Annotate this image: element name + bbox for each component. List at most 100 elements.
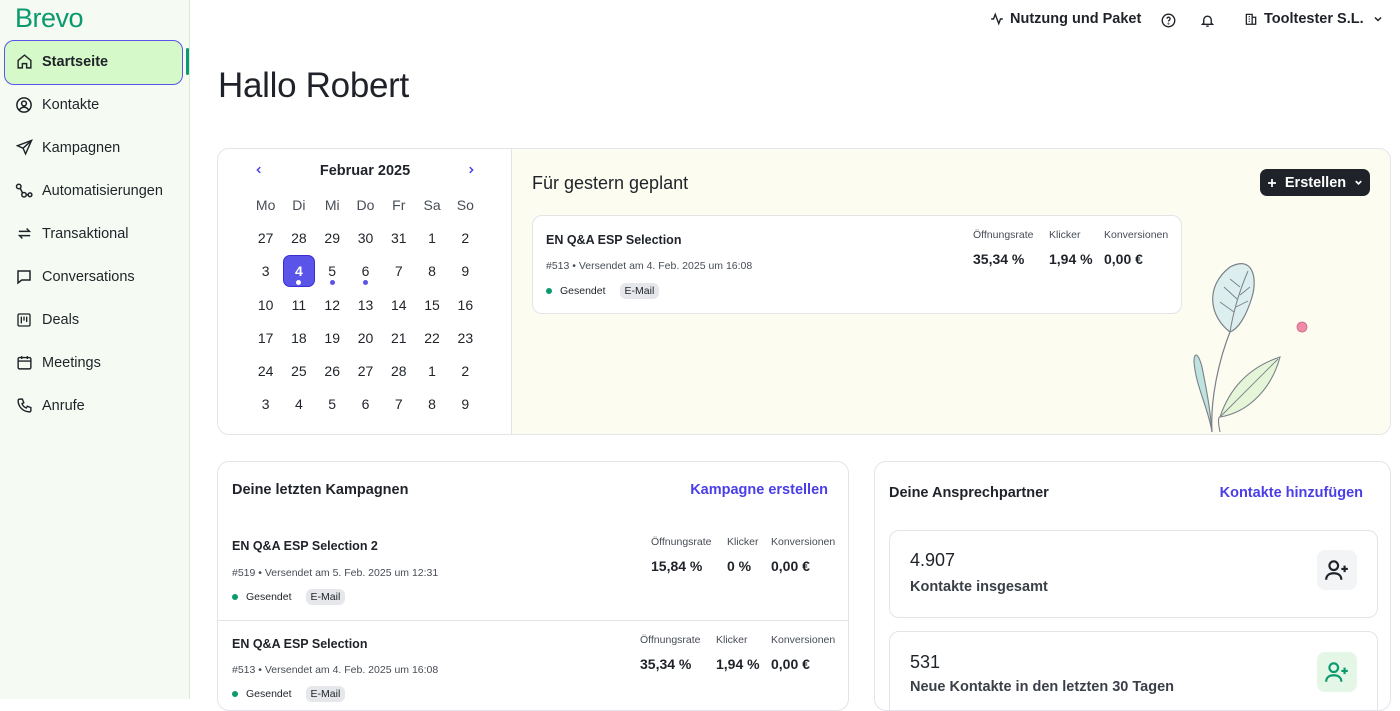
calendar-day[interactable]: 11	[282, 289, 315, 322]
calendar-day[interactable]: 5	[316, 388, 349, 421]
transactional-icon	[14, 224, 34, 244]
metric-label: Klicker	[1049, 229, 1081, 241]
sidebar-item-label: Kampagnen	[42, 139, 121, 156]
calendar-day[interactable]: 28	[382, 355, 415, 388]
calendar-day[interactable]: 29	[316, 222, 349, 255]
usage-button[interactable]: Nutzung und Paket	[990, 11, 1141, 27]
calendar-day[interactable]: 4	[282, 255, 316, 288]
calendar-day[interactable]: 14	[382, 289, 415, 322]
sidebar-item-anrufe[interactable]: Anrufe	[0, 384, 190, 427]
calendar-day-number: 25	[291, 363, 307, 380]
calendar-day[interactable]: 2	[449, 355, 482, 388]
calendar-day[interactable]: 3	[249, 388, 282, 421]
calendar-day-number: 6	[361, 396, 370, 413]
calendar-day[interactable]: 8	[415, 388, 448, 421]
scheduled-title: Für gestern geplant	[532, 173, 689, 193]
calendar-day[interactable]: 13	[349, 289, 382, 322]
calendar-day[interactable]: 26	[316, 355, 349, 388]
create-campaign-link[interactable]: Kampagne erstellen	[690, 482, 828, 498]
calendar-day[interactable]: 19	[316, 322, 349, 355]
create-button[interactable]: Erstellen	[1260, 169, 1370, 196]
campaign-name[interactable]: EN Q&A ESP Selection 2	[232, 539, 378, 553]
calendar-day-number: 28	[390, 363, 407, 380]
new-contacts-stat[interactable]: 531 Neue Kontakte in den letzten 30 Tage…	[889, 631, 1378, 710]
calendar-day[interactable]: 10	[249, 289, 282, 322]
calendar-day-number: 9	[461, 396, 470, 413]
sidebar-item-kampagnen[interactable]: Kampagnen	[0, 126, 190, 169]
campaign-row[interactable]: EN Q&A ESP Selection 2 #519 • Versendet …	[218, 522, 848, 620]
campaign-status: Gesendet E-Mail	[546, 283, 660, 299]
brevo-logo[interactable]: Brevo	[15, 3, 84, 34]
scheduled-campaign[interactable]: EN Q&A ESP Selection #513 • Versendet am…	[532, 215, 1182, 314]
status-dot	[232, 594, 238, 600]
campaign-status: Gesendet E-Mail	[232, 686, 346, 702]
channel-tag: E-Mail	[619, 283, 660, 299]
calendar-day[interactable]: 12	[316, 289, 349, 322]
help-icon	[1161, 13, 1176, 28]
calendar-day[interactable]: 1	[415, 355, 448, 388]
calendar-day[interactable]: 23	[449, 322, 482, 355]
help-button[interactable]	[1161, 13, 1182, 28]
calendar-day[interactable]: 25	[282, 355, 315, 388]
calendar-day[interactable]: 27	[349, 355, 382, 388]
recent-campaigns-title: Deine letzten Kampagnen	[232, 482, 409, 498]
calendar-day[interactable]: 9	[449, 255, 482, 288]
calendar-day[interactable]: 4	[282, 388, 315, 421]
calendar-day[interactable]: 7	[382, 388, 415, 421]
sidebar-item-label: Deals	[42, 311, 80, 328]
calendar-day[interactable]: 3	[249, 255, 282, 288]
calendar-day[interactable]: 8	[415, 255, 448, 288]
sidebar-item-meetings[interactable]: Meetings	[0, 341, 190, 384]
calendar-day[interactable]: 22	[415, 322, 448, 355]
calendar-day[interactable]: 17	[249, 322, 282, 355]
status-dot	[546, 288, 552, 294]
calendar-day[interactable]: 30	[349, 222, 382, 255]
sidebar-item-automatisierungen[interactable]: Automatisierungen	[0, 169, 190, 212]
campaign-row[interactable]: EN Q&A ESP Selection #513 • Versendet am…	[218, 620, 848, 710]
calendar-day[interactable]: 24	[249, 355, 282, 388]
metric-open-rate: Öffnungsrate 35,34 %	[640, 634, 701, 672]
calendar-day[interactable]: 21	[382, 322, 415, 355]
notifications-button[interactable]	[1200, 13, 1221, 28]
calendar-day[interactable]: 1	[415, 222, 448, 255]
metric-label: Konversionen	[1104, 229, 1169, 241]
campaign-meta: #519 • Versendet am 5. Feb. 2025 um 12:3…	[232, 567, 439, 579]
add-user-icon	[1317, 652, 1357, 692]
add-contacts-link[interactable]: Kontakte hinzufügen	[1220, 485, 1363, 501]
calendar-day-number: 7	[394, 396, 403, 413]
calendar-day[interactable]: 6	[349, 255, 382, 288]
sidebar-item-startseite[interactable]: Startseite	[0, 40, 190, 85]
campaign-name[interactable]: EN Q&A ESP Selection	[546, 233, 681, 247]
sidebar-item-transaktional[interactable]: Transaktional	[0, 212, 190, 255]
next-month-button[interactable]	[466, 163, 476, 179]
sidebar-item-kontakte[interactable]: Kontakte	[0, 83, 190, 126]
total-contacts-stat[interactable]: 4.907 Kontakte insgesamt	[889, 530, 1378, 618]
calendar-day-number: 7	[394, 263, 403, 280]
calendar-day[interactable]: 5	[316, 255, 349, 288]
calendar-day[interactable]: 27	[249, 222, 282, 255]
calendar-day-number: 26	[324, 363, 340, 380]
sidebar-item-deals[interactable]: Deals	[0, 298, 190, 341]
campaign-name[interactable]: EN Q&A ESP Selection	[232, 637, 367, 651]
metric-value: 35,34 %	[640, 656, 692, 672]
calendar-day[interactable]: 15	[415, 289, 448, 322]
sidebar-item-label: Transaktional	[42, 225, 129, 242]
calendar-day[interactable]: 16	[449, 289, 482, 322]
calendar-day[interactable]: 28	[282, 222, 315, 255]
calendar-day-number: 24	[257, 363, 274, 380]
calendar-day[interactable]: 7	[382, 255, 415, 288]
metric-value: 0 %	[727, 558, 752, 574]
calendar-grid: Mo Di Mi Do Fr Sa So 27 28 29 30 31 1 2 3 4 5 6 7 8 9 10 11 12 1…	[249, 189, 482, 421]
sidebar-item-label: Anrufe	[42, 397, 85, 414]
sidebar-item-conversations[interactable]: Conversations	[0, 255, 190, 298]
calendar-day[interactable]: 6	[349, 388, 382, 421]
calendar-day[interactable]: 2	[449, 222, 482, 255]
calendar-day-number: 16	[457, 296, 474, 313]
calendar-weekday: Do	[356, 197, 375, 214]
account-menu[interactable]: Tooltester S.L.	[1244, 11, 1384, 27]
calendar-day[interactable]: 18	[282, 322, 315, 355]
calendar-day[interactable]: 20	[349, 322, 382, 355]
calendar-day[interactable]: 31	[382, 222, 415, 255]
calendar-day[interactable]: 9	[449, 388, 482, 421]
sidebar-nav: Startseite Kontakte Kampagnen Automatisi…	[0, 40, 190, 427]
